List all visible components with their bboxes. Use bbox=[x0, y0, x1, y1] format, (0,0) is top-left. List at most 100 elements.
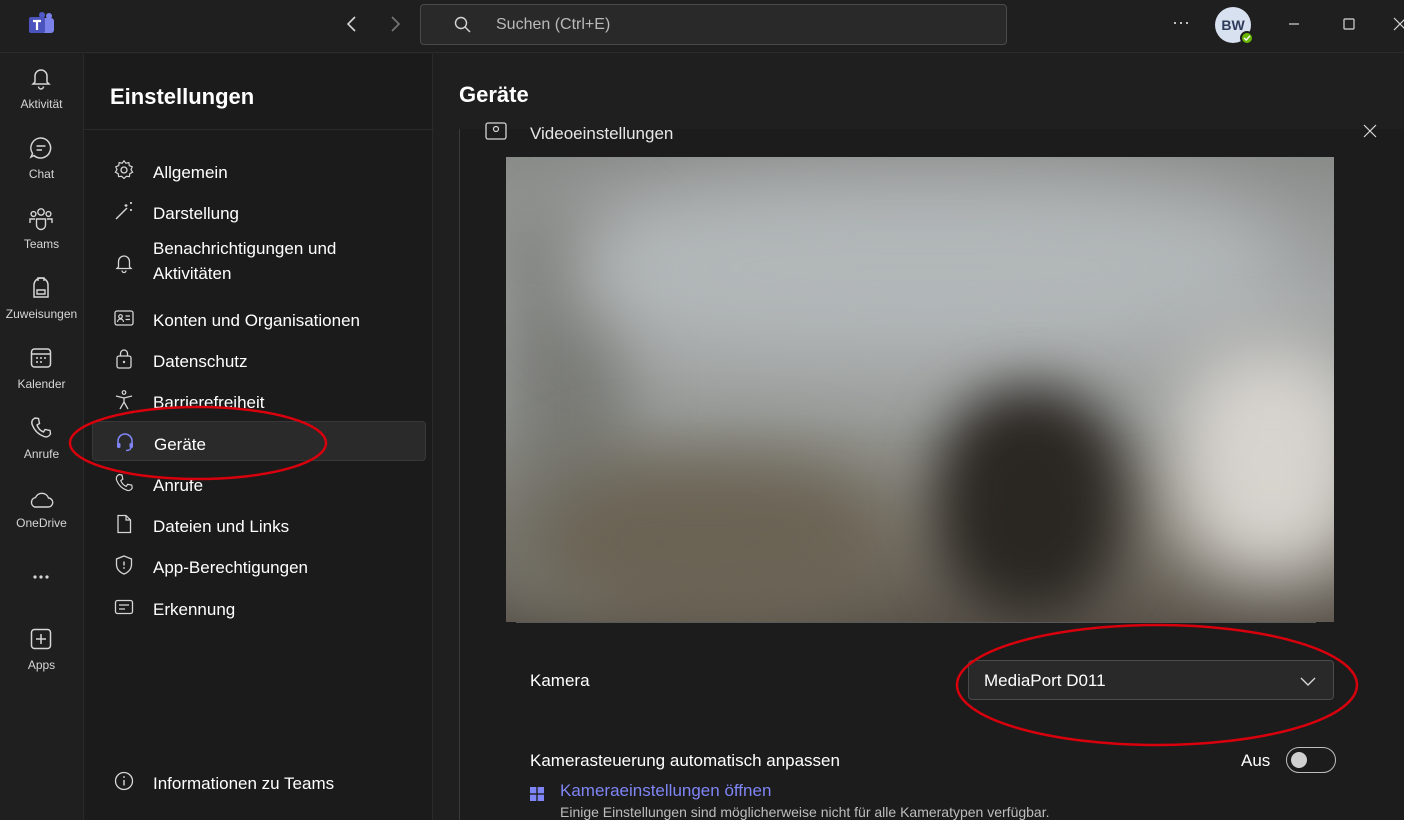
collapse-icon[interactable] bbox=[1360, 121, 1380, 141]
settings-item-recognition[interactable]: Erkennung bbox=[92, 587, 426, 627]
chat-icon bbox=[29, 137, 52, 159]
settings-item-label: Datenschutz bbox=[153, 352, 248, 371]
rail-item-assignments[interactable]: Zuweisungen bbox=[0, 275, 83, 339]
about-teams-link[interactable]: Informationen zu Teams bbox=[92, 761, 426, 801]
settings-item-label: Geräte bbox=[154, 435, 206, 454]
rail-item-label: Aktivität bbox=[20, 97, 63, 111]
headset-icon bbox=[117, 433, 133, 452]
people-icon bbox=[29, 208, 53, 231]
camera-settings-link-text: Kameraeinstellungen öffnen bbox=[560, 781, 772, 800]
settings-item-app-permissions[interactable]: App-Berechtigungen bbox=[92, 545, 426, 585]
settings-item-label: Dateien und Links bbox=[153, 517, 290, 536]
rail-item-label: Anrufe bbox=[23, 447, 60, 461]
about-teams-label: Informationen zu Teams bbox=[153, 774, 335, 793]
rail-item-label: Teams bbox=[23, 237, 60, 251]
settings-title: Einstellungen bbox=[110, 84, 255, 109]
forward-button[interactable] bbox=[383, 12, 407, 36]
rail-item-label: Kalender bbox=[17, 377, 66, 391]
teams-logo-icon[interactable] bbox=[28, 12, 56, 38]
maximize-icon bbox=[1343, 18, 1355, 30]
gear-icon bbox=[114, 159, 134, 180]
calendar-icon bbox=[30, 348, 52, 368]
auto-adjust-state: Aus bbox=[1241, 751, 1271, 770]
camera-settings-hint: Einige Einstellungen sind möglicherweise… bbox=[560, 804, 1050, 820]
settings-item-label: Benachrichtigungen und Aktivitäten bbox=[153, 239, 337, 283]
contact-card-icon bbox=[114, 310, 134, 326]
avatar[interactable]: BW bbox=[1215, 7, 1254, 45]
settings-item-devices[interactable]: Geräte bbox=[92, 421, 426, 461]
magic-wand-icon bbox=[115, 202, 132, 220]
rail-item-label: Zuweisungen bbox=[5, 307, 78, 321]
settings-item-general[interactable]: Allgemein bbox=[92, 150, 426, 190]
minimize-button[interactable] bbox=[1282, 12, 1306, 36]
rail-item-label: OneDrive bbox=[16, 516, 67, 530]
document-icon bbox=[117, 514, 132, 534]
close-icon bbox=[1393, 17, 1404, 31]
backpack-icon bbox=[33, 277, 49, 298]
windows-logo-icon bbox=[530, 787, 544, 801]
search-placeholder: Suchen (Ctrl+E) bbox=[496, 16, 611, 33]
settings-item-label: Erkennung bbox=[153, 600, 236, 619]
video-person-icon bbox=[485, 122, 507, 140]
rail-item-activity[interactable]: Aktivität bbox=[0, 65, 83, 129]
camera-select[interactable]: MediaPort D011 bbox=[968, 660, 1334, 700]
camera-label: Kamera bbox=[530, 671, 590, 690]
captions-icon bbox=[114, 599, 134, 615]
minimize-icon bbox=[1289, 23, 1299, 25]
page-title: Geräte bbox=[459, 82, 529, 107]
chevron-left-icon bbox=[346, 16, 356, 32]
back-button[interactable] bbox=[340, 12, 364, 36]
rail-item-onedrive[interactable]: OneDrive bbox=[0, 487, 83, 551]
settings-item-appearance[interactable]: Darstellung bbox=[92, 191, 426, 231]
camera-selected-value: MediaPort D011 bbox=[984, 671, 1106, 690]
rail-item-label: Chat bbox=[28, 167, 55, 181]
camera-preview bbox=[506, 157, 1334, 622]
search-input[interactable]: Suchen (Ctrl+E) bbox=[420, 4, 1007, 45]
rail-item-calendar[interactable]: Kalender bbox=[0, 345, 83, 409]
close-window-button[interactable] bbox=[1388, 12, 1404, 36]
cloud-icon bbox=[30, 492, 54, 508]
add-app-icon bbox=[30, 628, 52, 650]
auto-adjust-toggle[interactable] bbox=[1286, 747, 1336, 773]
more-options-button[interactable]: ··· bbox=[1170, 12, 1192, 36]
settings-item-accessibility[interactable]: Barrierefreiheit bbox=[92, 380, 426, 420]
avatar-initials: BW bbox=[1221, 17, 1245, 33]
settings-item-label: Anrufe bbox=[153, 476, 204, 495]
settings-item-files[interactable]: Dateien und Links bbox=[92, 504, 426, 544]
rail-item-teams[interactable]: Teams bbox=[0, 205, 83, 269]
rail-item-chat[interactable]: Chat bbox=[0, 135, 83, 199]
settings-item-label: Konten und Organisationen bbox=[153, 311, 360, 330]
settings-item-notifications[interactable]: Benachrichtigungen und Aktivitäten bbox=[92, 232, 426, 292]
settings-item-label: App-Berechtigungen bbox=[153, 558, 309, 577]
accessibility-icon bbox=[115, 390, 133, 410]
more-horizontal-icon bbox=[33, 575, 49, 579]
maximize-button[interactable] bbox=[1337, 12, 1361, 36]
devices-content: Geräte Videoeinstellungen Kamera MediaPo… bbox=[434, 54, 1404, 820]
divider bbox=[84, 129, 434, 130]
settings-item-calls[interactable]: Anrufe bbox=[92, 463, 426, 503]
section-label: Videoeinstellungen bbox=[530, 124, 674, 143]
chevron-right-icon bbox=[391, 16, 401, 32]
rail-item-apps[interactable]: Apps bbox=[0, 626, 83, 690]
info-icon bbox=[114, 771, 134, 791]
settings-pane: Einstellungen Allgemein Darstellung Bena… bbox=[83, 54, 434, 820]
settings-item-label: Allgemein bbox=[153, 163, 228, 182]
chevron-down-icon bbox=[1300, 677, 1316, 686]
toggle-knob bbox=[1291, 752, 1307, 768]
rail-item-label: Apps bbox=[27, 658, 56, 672]
rail-item-calls[interactable]: Anrufe bbox=[0, 415, 83, 479]
title-bar: Suchen (Ctrl+E) ··· BW bbox=[0, 0, 1404, 53]
settings-item-label: Barrierefreiheit bbox=[153, 393, 265, 412]
phone-icon bbox=[31, 417, 52, 438]
auto-adjust-label: Kamerasteuerung automatisch anpassen bbox=[530, 751, 840, 770]
rail-more-apps-button[interactable] bbox=[0, 564, 83, 594]
bell-icon bbox=[115, 255, 133, 274]
search-icon bbox=[454, 16, 471, 33]
lock-icon bbox=[116, 349, 132, 369]
video-settings-card: Videoeinstellungen Kamera MediaPort D011… bbox=[459, 122, 1404, 820]
settings-item-accounts[interactable]: Konten und Organisationen bbox=[92, 298, 426, 338]
settings-item-label: Darstellung bbox=[153, 204, 239, 223]
shield-icon bbox=[115, 555, 133, 575]
phone-icon bbox=[115, 473, 133, 492]
settings-item-privacy[interactable]: Datenschutz bbox=[92, 339, 426, 379]
